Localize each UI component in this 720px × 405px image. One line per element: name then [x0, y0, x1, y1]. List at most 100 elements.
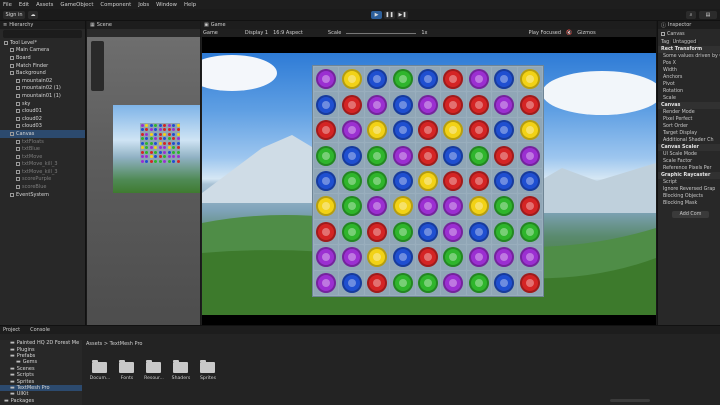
yellow-gem[interactable]	[443, 120, 464, 141]
hierarchy-item[interactable]: txtMove	[0, 153, 85, 161]
step-button[interactable]: ▶❚	[397, 11, 408, 19]
red-gem[interactable]	[316, 120, 337, 141]
hierarchy-item[interactable]: cloud01	[0, 107, 85, 115]
board-cell[interactable]	[390, 92, 415, 117]
board-cell[interactable]	[517, 92, 542, 117]
purple-gem[interactable]	[443, 272, 464, 293]
menu-item[interactable]: Window	[156, 2, 177, 8]
purple-gem[interactable]	[468, 247, 489, 268]
folder-icon[interactable]	[119, 360, 134, 373]
menu-item[interactable]: File	[3, 2, 12, 8]
red-gem[interactable]	[443, 69, 464, 90]
property-row[interactable]: Scale Factor	[658, 158, 720, 165]
blue-gem[interactable]	[367, 69, 388, 90]
board-cell[interactable]	[415, 117, 441, 143]
green-gem[interactable]	[468, 145, 489, 166]
yellow-gem[interactable]	[392, 196, 413, 217]
zoom-slider[interactable]	[610, 399, 650, 402]
board-cell[interactable]	[517, 67, 542, 92]
property-row[interactable]: UI Scale Mode	[658, 151, 720, 158]
blue-gem[interactable]	[392, 170, 413, 191]
project-tree-item[interactable]: ▬ Packages	[0, 398, 82, 404]
board-cell[interactable]	[517, 219, 542, 245]
purple-gem[interactable]	[367, 94, 388, 115]
red-gem[interactable]	[468, 170, 489, 191]
board-cell[interactable]	[364, 245, 390, 270]
folder-icon[interactable]	[92, 360, 107, 373]
folder-icon[interactable]	[146, 360, 161, 373]
purple-gem[interactable]	[417, 196, 438, 217]
purple-gem[interactable]	[519, 247, 540, 268]
board-cell[interactable]	[466, 92, 492, 117]
board-cell[interactable]	[415, 219, 441, 245]
board-cell[interactable]	[517, 117, 542, 143]
yellow-gem[interactable]	[468, 196, 489, 217]
hierarchy-item[interactable]: Tool Level*	[0, 39, 85, 47]
green-gem[interactable]	[392, 221, 413, 242]
property-row[interactable]: Some values driven by Canv	[658, 53, 720, 60]
property-row[interactable]: Pos X	[658, 60, 720, 67]
board-cell[interactable]	[441, 92, 466, 117]
hierarchy-item[interactable]: Background	[0, 69, 85, 77]
green-gem[interactable]	[417, 272, 438, 293]
blue-gem[interactable]	[494, 120, 515, 141]
menu-item[interactable]: Assets	[36, 2, 53, 8]
hierarchy-item[interactable]: txtBlue	[0, 145, 85, 153]
board-cell[interactable]	[517, 143, 542, 168]
hierarchy-item[interactable]: txtMove_kill_3	[0, 161, 85, 169]
red-gem[interactable]	[417, 120, 438, 141]
mute-icon[interactable]: 🔇	[566, 30, 572, 36]
board-cell[interactable]	[339, 92, 364, 117]
blue-gem[interactable]	[392, 120, 413, 141]
blue-gem[interactable]	[392, 247, 413, 268]
board-cell[interactable]	[441, 117, 466, 143]
red-gem[interactable]	[519, 94, 540, 115]
board-cell[interactable]	[441, 194, 466, 219]
hierarchy-item[interactable]: txtMove_kill_3	[0, 168, 85, 176]
search-icon[interactable]: ⌕	[686, 11, 696, 19]
green-gem[interactable]	[494, 221, 515, 242]
scale-slider[interactable]	[346, 32, 417, 34]
hierarchy-item[interactable]: scorePurple	[0, 176, 85, 184]
board-cell[interactable]	[415, 194, 441, 219]
green-gem[interactable]	[468, 272, 489, 293]
property-row[interactable]: Blocking Objects	[658, 193, 720, 200]
board-cell[interactable]	[364, 194, 390, 219]
red-gem[interactable]	[443, 170, 464, 191]
hierarchy-item[interactable]: Main Camera	[0, 47, 85, 55]
yellow-gem[interactable]	[316, 196, 337, 217]
red-gem[interactable]	[417, 247, 438, 268]
board-cell[interactable]	[339, 219, 364, 245]
gem-board[interactable]	[312, 65, 544, 297]
aspect-dropdown[interactable]: 16:9 Aspect	[273, 30, 303, 36]
hierarchy-item[interactable]: mountain02	[0, 77, 85, 85]
menu-item[interactable]: GameObject	[60, 2, 93, 8]
blue-gem[interactable]	[417, 69, 438, 90]
hierarchy-item[interactable]: Board	[0, 54, 85, 62]
property-row[interactable]: Scale	[658, 95, 720, 102]
hierarchy-tab[interactable]: ≡ Hierarchy	[0, 21, 85, 29]
purple-gem[interactable]	[341, 247, 362, 268]
hierarchy-item[interactable]: scoreBlue	[0, 183, 85, 191]
scene-tab[interactable]: ▦ Scene	[87, 21, 200, 29]
green-gem[interactable]	[443, 247, 464, 268]
object-checkbox[interactable]	[661, 32, 665, 36]
layers-dropdown[interactable]: ▤	[699, 11, 717, 19]
board-cell[interactable]	[314, 67, 339, 92]
board-cell[interactable]	[314, 270, 339, 295]
board-cell[interactable]	[492, 194, 517, 219]
red-gem[interactable]	[316, 221, 337, 242]
inspector-tab[interactable]: ⓘ Inspector	[658, 21, 720, 29]
blue-gem[interactable]	[468, 221, 489, 242]
menu-item[interactable]: Edit	[19, 2, 29, 8]
console-tab[interactable]: Console	[30, 327, 50, 333]
purple-gem[interactable]	[468, 69, 489, 90]
board-cell[interactable]	[390, 168, 415, 194]
board-cell[interactable]	[390, 194, 415, 219]
board-cell[interactable]	[415, 67, 441, 92]
add-component-button[interactable]: Add Com	[671, 211, 710, 218]
component-header[interactable]: Graphic Raycaster	[658, 172, 720, 179]
board-cell[interactable]	[466, 194, 492, 219]
green-gem[interactable]	[392, 69, 413, 90]
property-row[interactable]: Pixel Perfect	[658, 116, 720, 123]
